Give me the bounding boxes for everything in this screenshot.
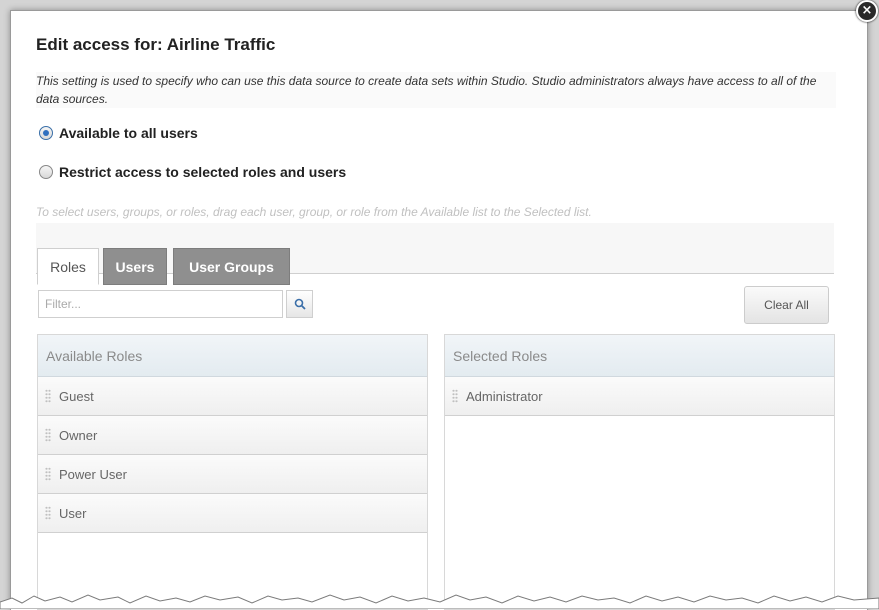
radio-label-all: Available to all users [59, 125, 198, 141]
list-item[interactable]: Guest [38, 377, 427, 416]
search-button[interactable] [286, 290, 313, 318]
role-name: Guest [59, 388, 94, 404]
selected-roles-list: Selected Roles Administrator [444, 334, 835, 610]
radio-label-restrict: Restrict access to selected roles and us… [59, 164, 347, 180]
radio-button-unchecked[interactable] [39, 165, 53, 179]
tab-roles[interactable]: Roles [37, 248, 99, 285]
available-roles-header: Available Roles [38, 335, 427, 377]
drag-handle-icon[interactable] [45, 389, 51, 403]
search-icon [294, 298, 306, 310]
role-name: Administrator [466, 388, 543, 404]
list-item[interactable]: Administrator [445, 377, 834, 416]
radio-button-checked[interactable] [39, 126, 53, 140]
list-item[interactable]: User [38, 494, 427, 533]
dialog-title: Edit access for: Airline Traffic [36, 35, 276, 54]
close-button[interactable]: × [856, 0, 878, 22]
edit-access-dialog: Edit access for: Airline Traffic This se… [10, 10, 868, 610]
dialog-description: This setting is used to specify who can … [36, 72, 836, 108]
drag-instruction: To select users, groups, or roles, drag … [36, 205, 592, 219]
drag-handle-icon[interactable] [45, 506, 51, 520]
role-name: Power User [59, 466, 127, 482]
drag-handle-icon[interactable] [45, 467, 51, 481]
selected-roles-header: Selected Roles [445, 335, 834, 377]
filter-input[interactable] [38, 290, 283, 318]
close-icon: × [861, 3, 873, 18]
list-item[interactable]: Power User [38, 455, 427, 494]
tab-users[interactable]: Users [103, 248, 167, 285]
role-name: User [59, 505, 87, 521]
radio-restrict-access[interactable]: Restrict access to selected roles and us… [39, 164, 346, 180]
list-item[interactable]: Owner [38, 416, 427, 455]
drag-handle-icon[interactable] [452, 389, 458, 403]
drag-handle-icon[interactable] [45, 428, 51, 442]
torn-edge-decoration [0, 594, 879, 609]
tab-user-groups[interactable]: User Groups [173, 248, 290, 285]
tabs-bar: Roles Users User Groups [36, 223, 834, 285]
role-name: Owner [59, 427, 98, 443]
available-roles-list: Available Roles Guest Owner Power User U… [37, 334, 428, 610]
clear-all-button[interactable]: Clear All [744, 286, 829, 324]
radio-available-all[interactable]: Available to all users [39, 125, 198, 141]
